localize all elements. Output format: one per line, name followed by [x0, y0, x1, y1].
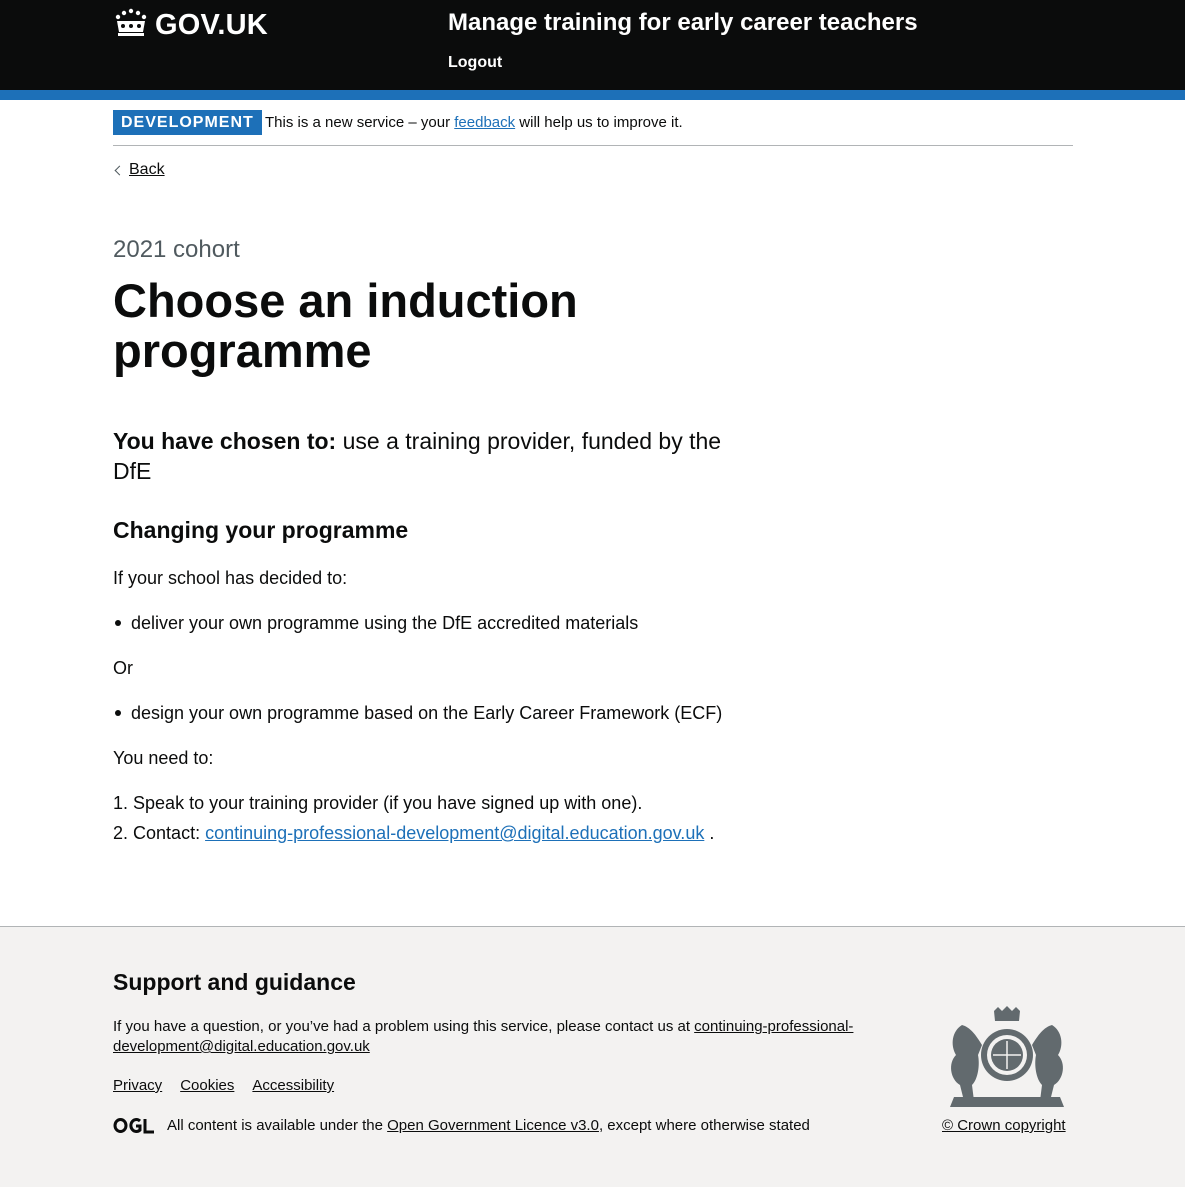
royal-coat-of-arms-icon — [942, 1005, 1072, 1109]
step-2-suffix: . — [704, 823, 715, 843]
phase-banner-text: This is a new service – your feedback wi… — [265, 114, 683, 131]
licence-before: All content is available under the — [167, 1117, 388, 1134]
header-blue-bar — [0, 90, 1185, 100]
site-footer: Support and guidance If you have a quest… — [0, 926, 1185, 1187]
list-item: deliver your own programme using the DfE… — [113, 613, 638, 634]
option-1-text: deliver your own programme using the DfE… — [131, 613, 639, 633]
bullet-icon — [115, 710, 121, 716]
licence-after: , except where otherwise stated — [598, 1117, 810, 1134]
step-number: 1. — [113, 793, 129, 813]
page-title: Choose an induction programme — [113, 274, 578, 377]
list-item: design your own programme based on the E… — [113, 703, 722, 724]
phase-tag: DEVELOPMENT — [113, 110, 262, 135]
chosen-programme: You have chosen to: use a training provi… — [113, 426, 733, 486]
crown-copyright-link[interactable]: © Crown copyright — [942, 1117, 1066, 1134]
site-header: GOV.UK Manage training for early career … — [0, 0, 1185, 100]
phase-text-after: will help us to improve it. — [515, 114, 683, 131]
step-number: 2. — [113, 823, 129, 843]
footer-title: Support and guidance — [113, 969, 356, 995]
ogl-licence-link[interactable]: Open Government Licence v3.0 — [387, 1117, 599, 1134]
footer-text: If you have a question, or you’ve had a … — [113, 1018, 695, 1035]
ogl-logo-icon — [113, 1117, 155, 1139]
step-2-prefix: Contact: — [133, 823, 206, 843]
changing-programme-heading: Changing your programme — [113, 517, 409, 543]
option-2-text: design your own programme based on the E… — [131, 703, 723, 723]
back-link-container: Back — [113, 161, 165, 179]
footer-support-text: If you have a question, or you’ve had a … — [113, 1017, 893, 1057]
crown-icon — [113, 8, 149, 43]
privacy-link[interactable]: Privacy — [113, 1077, 162, 1094]
phase-banner: DEVELOPMENT This is a new service – your… — [113, 100, 1073, 146]
cookies-link[interactable]: Cookies — [180, 1077, 234, 1094]
licence-text: All content is available under the Open … — [167, 1117, 810, 1134]
you-need-to-text: You need to: — [113, 748, 214, 768]
or-text: Or — [113, 658, 133, 678]
step-1-text: Speak to your training provider (if you … — [133, 793, 643, 813]
list-item: 2. Contact: continuing-professional-deve… — [113, 823, 714, 844]
list-item: 1. Speak to your training provider (if y… — [113, 793, 642, 814]
bullet-icon — [115, 620, 121, 626]
intro-text: If your school has decided to: — [113, 568, 348, 588]
footer-links: Privacy Cookies Accessibility — [113, 1077, 334, 1094]
chevron-left-icon — [114, 165, 125, 175]
accessibility-link[interactable]: Accessibility — [252, 1077, 334, 1094]
contact-email-link[interactable]: continuing-professional-development@digi… — [205, 823, 704, 843]
govuk-logo-link[interactable]: GOV.UK — [113, 8, 268, 43]
service-name-link[interactable]: Manage training for early career teacher… — [448, 9, 918, 37]
govuk-logo-text: GOV.UK — [155, 9, 268, 41]
feedback-link[interactable]: feedback — [454, 114, 515, 131]
chosen-label: You have chosen to: — [113, 428, 337, 454]
back-link[interactable]: Back — [129, 161, 165, 179]
page-caption: 2021 cohort — [113, 236, 240, 263]
phase-text-before: This is a new service – your — [265, 114, 455, 131]
logout-link[interactable]: Logout — [448, 54, 502, 72]
